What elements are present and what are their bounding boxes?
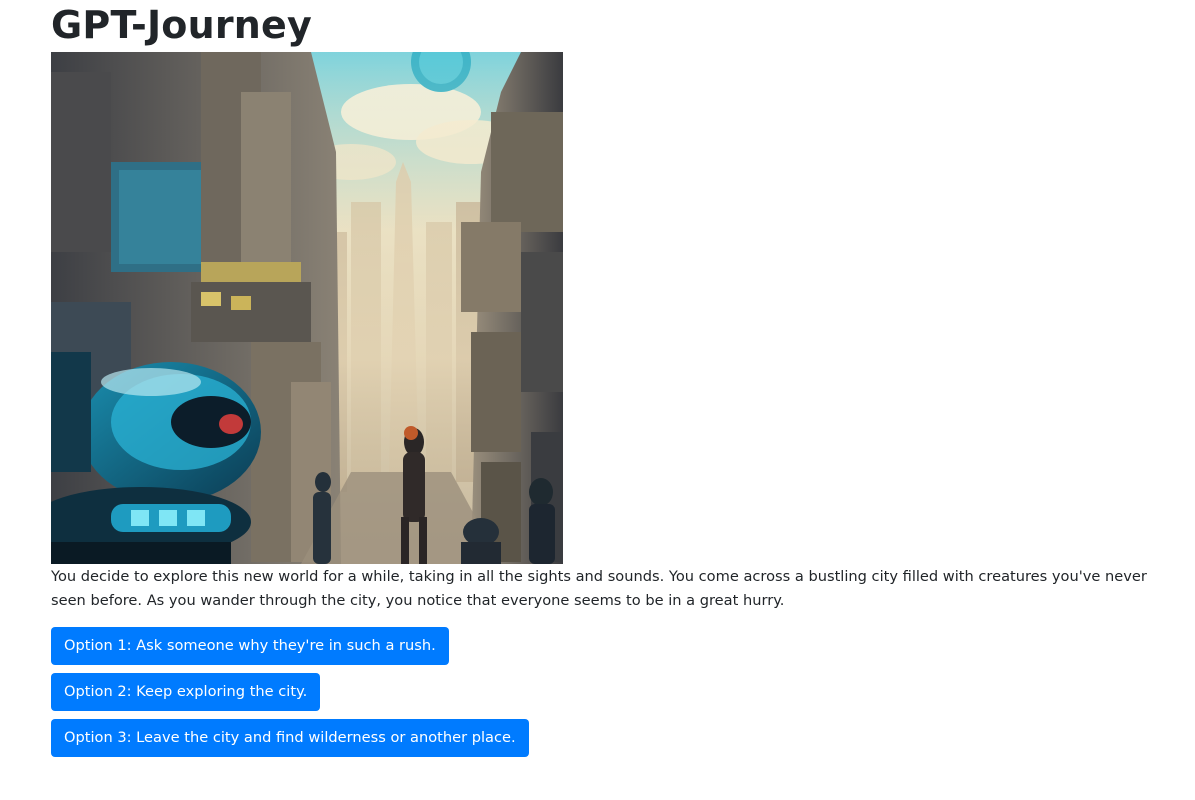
option-3-button[interactable]: Option 3: Leave the city and find wilder… — [51, 719, 529, 757]
page-title: GPT-Journey — [51, 3, 312, 47]
scene-image — [51, 52, 563, 564]
story-text: You decide to explore this new world for… — [51, 568, 1147, 609]
main-container: GPT-Journey You decide to explore this n… — [51, 0, 1151, 765]
options-list: Option 1: Ask someone why they're in suc… — [51, 627, 1151, 757]
option-2-button[interactable]: Option 2: Keep exploring the city. — [51, 673, 321, 711]
option-1-button[interactable]: Option 1: Ask someone why they're in suc… — [51, 627, 449, 665]
